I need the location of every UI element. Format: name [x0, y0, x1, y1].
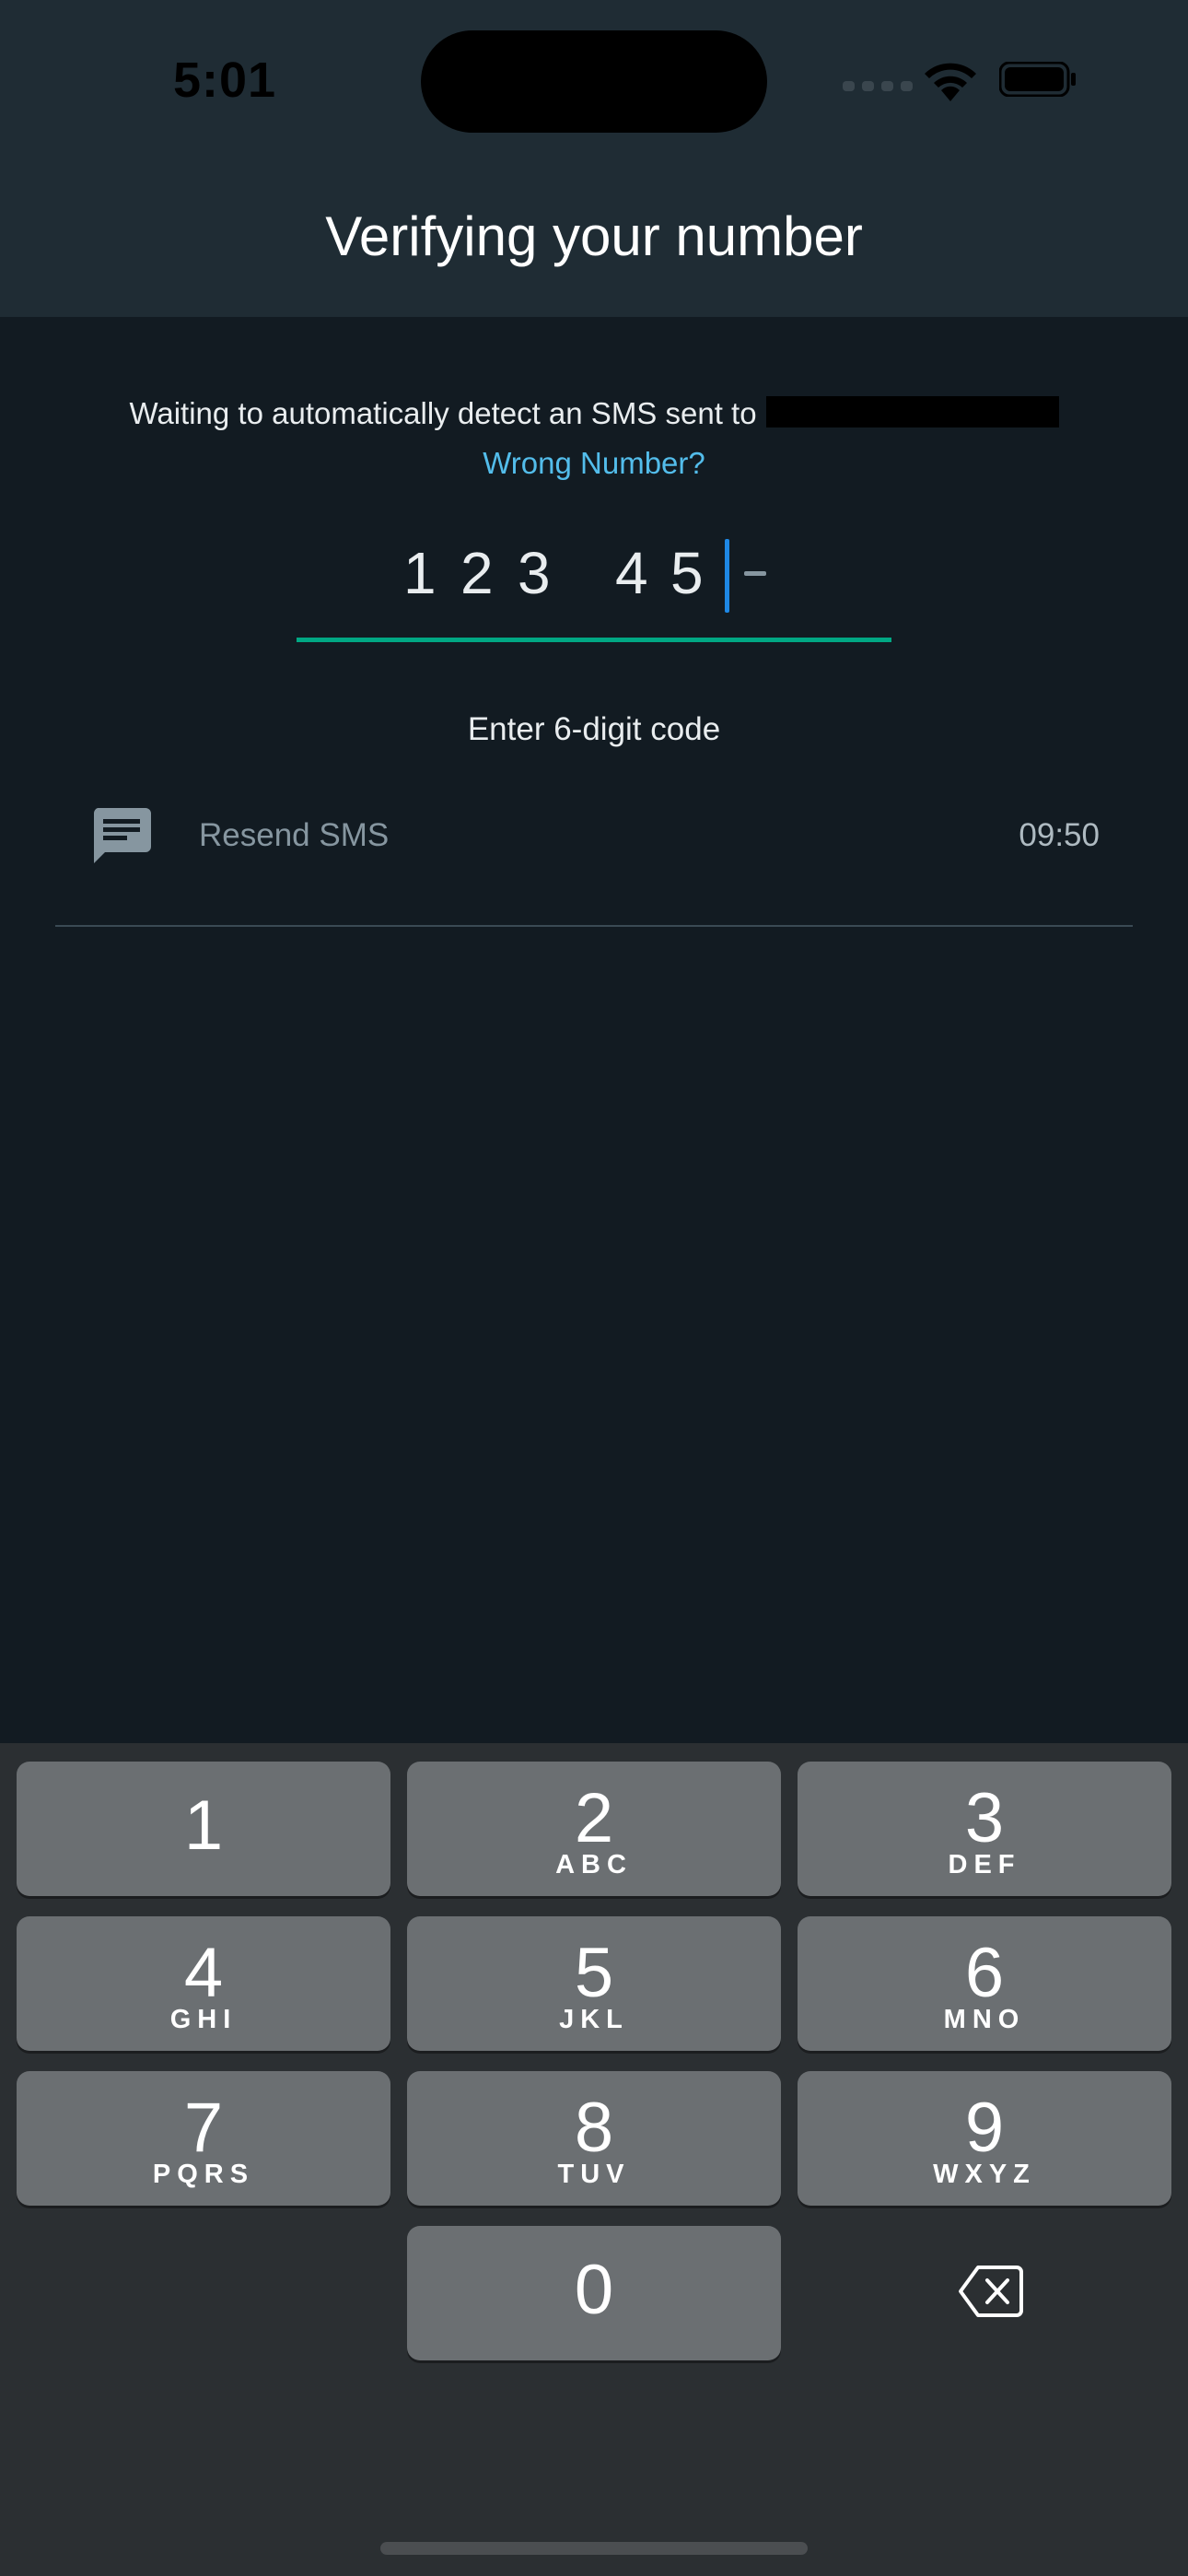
key-letters: WXYZ — [933, 2160, 1036, 2189]
key-1[interactable]: 1 — [17, 1762, 390, 1896]
key-number: 7 — [183, 2089, 224, 2167]
home-indicator — [380, 2542, 808, 2555]
sms-info-label: Waiting to automatically detect an SMS s… — [129, 396, 757, 430]
code-digit: 2 — [460, 540, 494, 606]
key-number: 1 — [183, 1786, 224, 1865]
key-letters: JKL — [559, 2005, 629, 2034]
key-letters: DEF — [948, 1850, 1021, 1879]
key-2[interactable]: 2 ABC — [407, 1762, 781, 1896]
page-title: Verifying your number — [325, 205, 863, 267]
status-time: 5:01 — [173, 53, 277, 108]
key-letters: TUV — [557, 2160, 631, 2189]
key-7[interactable]: 7 PQRS — [17, 2071, 390, 2206]
key-3[interactable]: 3 DEF — [798, 1762, 1171, 1896]
key-9[interactable]: 9 WXYZ — [798, 2071, 1171, 2206]
wifi-icon — [925, 63, 976, 101]
text-cursor — [725, 539, 729, 613]
cellular-signal-icon — [843, 81, 913, 91]
code-underline — [297, 638, 891, 642]
key-5[interactable]: 5 JKL — [407, 1916, 781, 2051]
key-number: 3 — [964, 1779, 1005, 1857]
key-4[interactable]: 4 GHI — [17, 1916, 390, 2051]
battery-icon — [999, 62, 1076, 97]
key-number: 8 — [574, 2089, 614, 2167]
dynamic-island — [421, 30, 767, 133]
code-digit: 1 — [403, 540, 437, 606]
key-number: 4 — [183, 1934, 224, 2012]
key-number: 9 — [964, 2089, 1005, 2167]
code-digit: 4 — [615, 540, 648, 606]
key-8[interactable]: 8 TUV — [407, 2071, 781, 2206]
redacted-phone-number — [765, 396, 1059, 427]
key-number: 6 — [964, 1934, 1005, 2012]
sms-info-text: Waiting to automatically detect an SMS s… — [0, 396, 1188, 431]
backspace-icon[interactable] — [958, 2265, 1024, 2318]
key-number: 5 — [574, 1934, 614, 2012]
key-number: 2 — [574, 1779, 614, 1857]
code-digit: 5 — [670, 540, 704, 606]
message-icon — [93, 808, 151, 863]
code-digit: 3 — [518, 540, 551, 606]
wrong-number-link[interactable]: Wrong Number? — [0, 446, 1188, 481]
empty-digit-placeholder — [744, 571, 766, 576]
key-letters: GHI — [169, 2005, 238, 2034]
key-number: 0 — [574, 2251, 614, 2329]
key-0[interactable]: 0 — [407, 2226, 781, 2360]
key-letters: PQRS — [152, 2160, 255, 2189]
key-6[interactable]: 6 MNO — [798, 1916, 1171, 2051]
resend-sms-button[interactable]: Resend SMS — [199, 817, 389, 854]
resend-timer: 09:50 — [1019, 817, 1100, 853]
key-letters: ABC — [555, 1850, 633, 1879]
code-hint: Enter 6-digit code — [467, 711, 721, 747]
divider — [55, 925, 1133, 927]
key-letters: MNO — [943, 2005, 1026, 2034]
